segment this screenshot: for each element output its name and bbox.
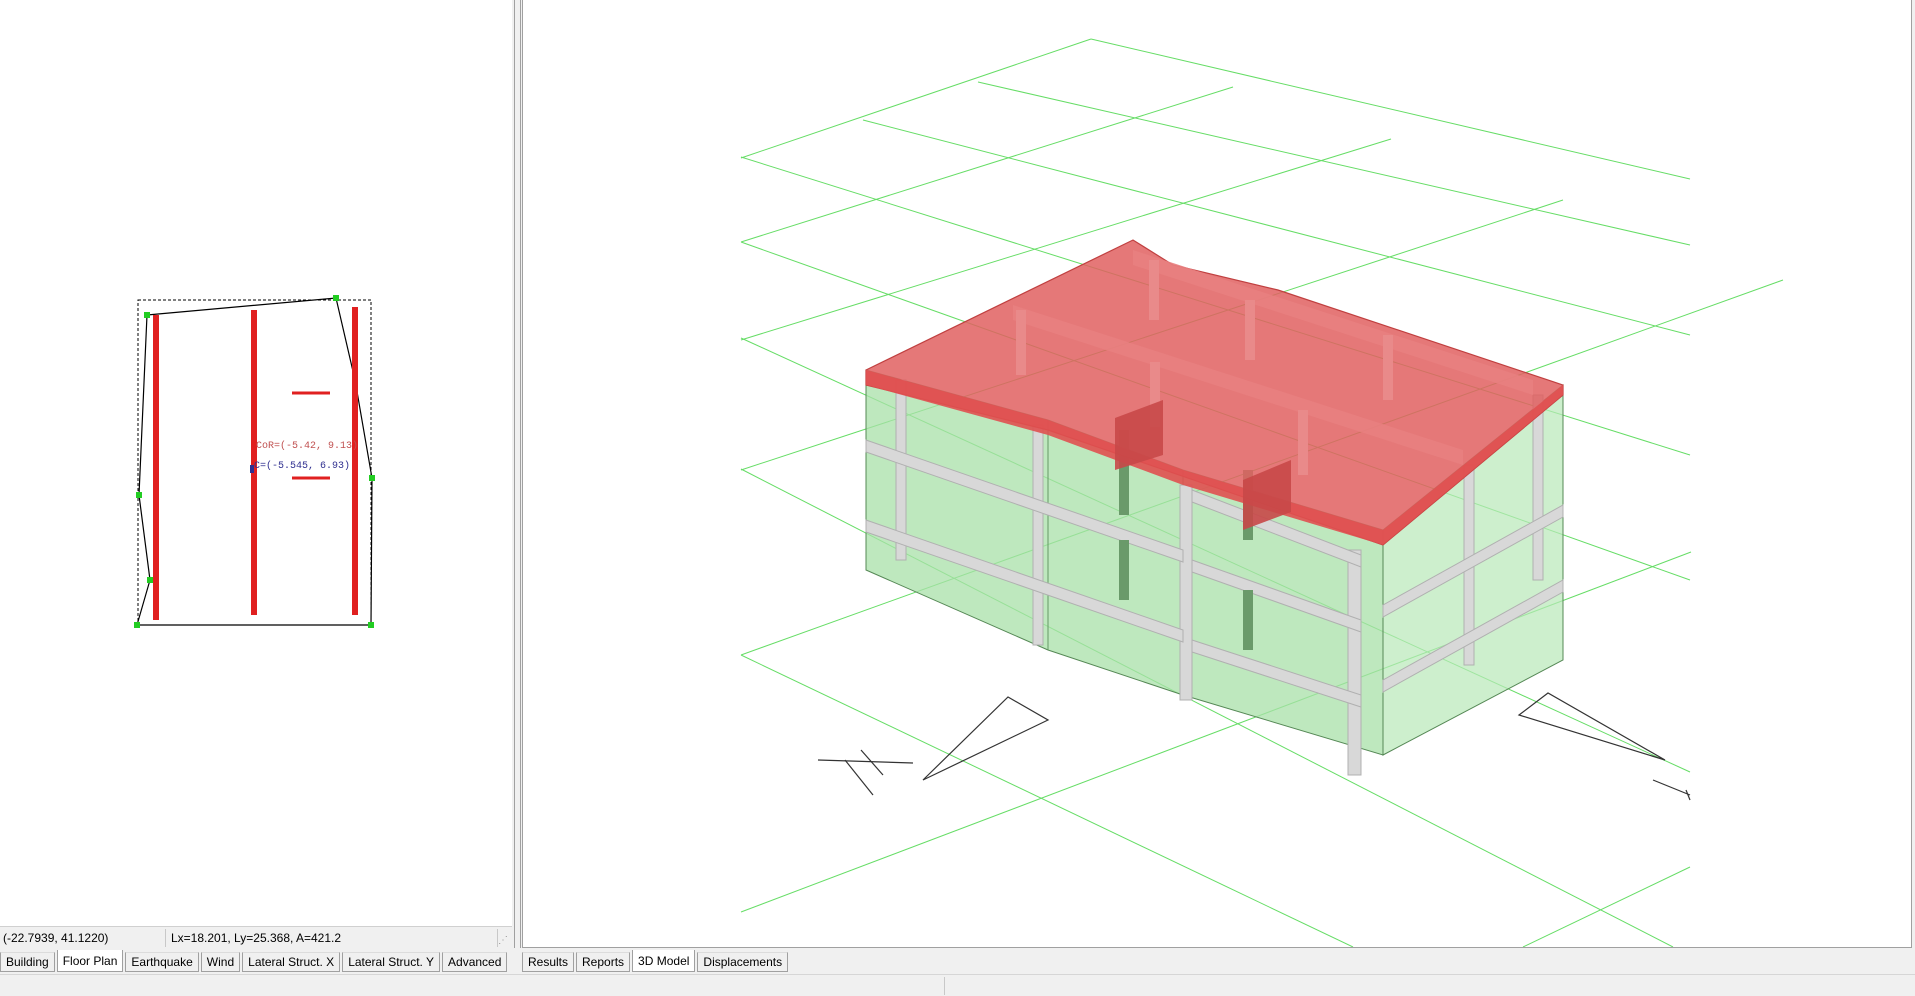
cursor-coordinates: (-22.7939, 41.1220) bbox=[3, 931, 109, 945]
floor-plan-tabbar: Building Floor Plan Earthquake Wind Lateral … bbox=[0, 950, 509, 972]
main-status-bar bbox=[0, 974, 1915, 996]
axis-gizmo-y bbox=[1517, 692, 1691, 801]
axis-gizmo-x bbox=[817, 696, 1050, 796]
floor-plan-canvas[interactable]: CoR=(-5.42, 9.13) C=(-5.545, 6.93) bbox=[0, 0, 512, 926]
tab-3d-model[interactable]: 3D Model bbox=[632, 950, 696, 972]
tab-reports[interactable]: Reports bbox=[576, 952, 631, 972]
center-of-rigidity-label: CoR=(-5.42, 9.13) bbox=[256, 440, 358, 452]
tab-results[interactable]: Results bbox=[522, 952, 575, 972]
tab-wind[interactable]: Wind bbox=[200, 952, 241, 972]
tab-floor-plan[interactable]: Floor Plan bbox=[56, 950, 124, 972]
tab-earthquake[interactable]: Earthquake bbox=[125, 952, 199, 972]
tab-building[interactable]: Building bbox=[0, 952, 55, 972]
3d-model-canvas[interactable] bbox=[523, 0, 1911, 947]
resize-grip-icon[interactable]: ⋰ bbox=[498, 935, 508, 946]
tab-displacements[interactable]: Displacements bbox=[697, 952, 789, 972]
tab-lateral-struct-x[interactable]: Lateral Struct. X bbox=[242, 952, 341, 972]
floor-plan-panel[interactable]: CoR=(-5.42, 9.13) C=(-5.545, 6.93) bbox=[0, 0, 512, 926]
3d-model-viewport[interactable] bbox=[522, 0, 1912, 948]
results-tabbar: Results Reports 3D Model Displacements bbox=[522, 950, 790, 972]
tab-lateral-struct-y[interactable]: Lateral Struct. Y bbox=[342, 952, 441, 972]
panel-splitter[interactable] bbox=[512, 0, 522, 948]
center-of-mass-label: C=(-5.545, 6.93) bbox=[254, 460, 350, 472]
floor-plan-status-bar: (-22.7939, 41.1220) Lx=18.201, Ly=25.368… bbox=[0, 926, 512, 948]
tab-advanced[interactable]: Advanced bbox=[442, 952, 508, 972]
plan-dimensions: Lx=18.201, Ly=25.368, A=421.2 bbox=[171, 931, 342, 945]
